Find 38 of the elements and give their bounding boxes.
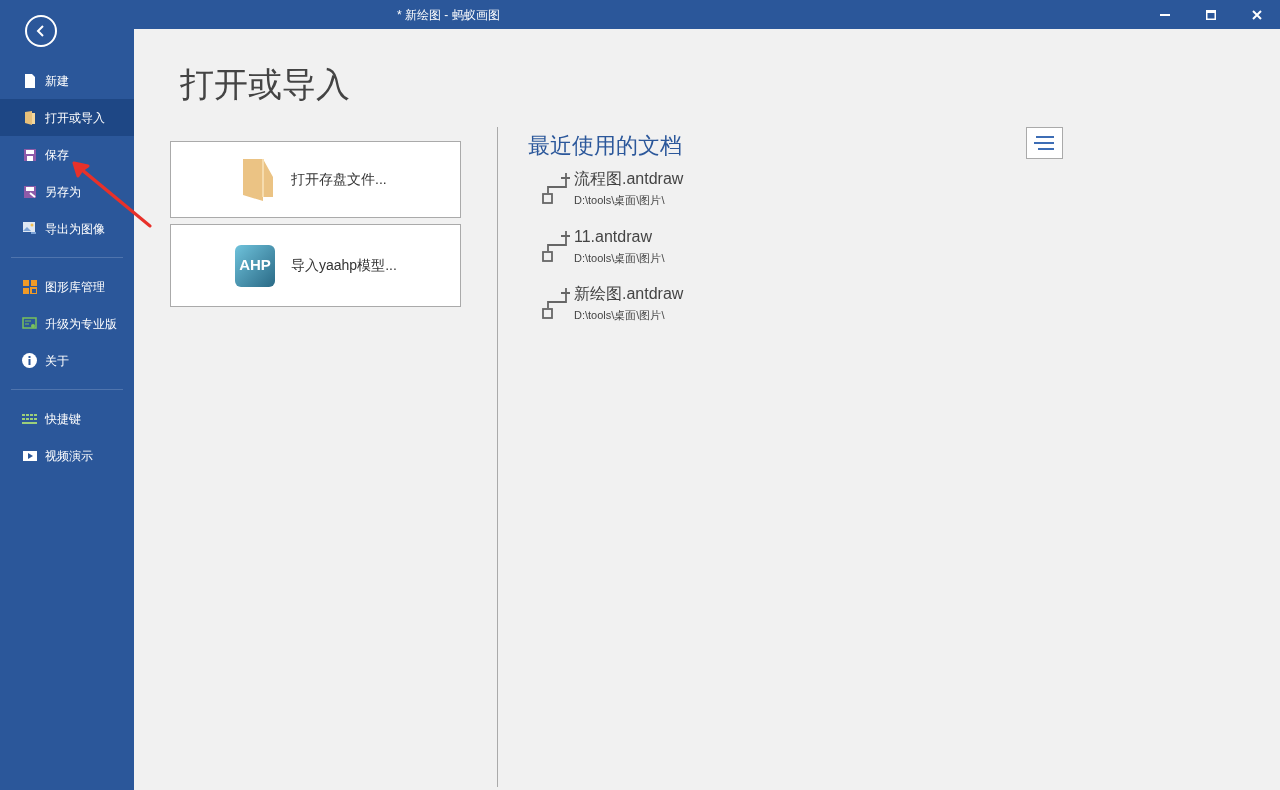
keyboard-icon bbox=[22, 413, 37, 424]
back-button[interactable] bbox=[25, 15, 57, 47]
recent-file-item[interactable]: 11.antdraw D:\tools\桌面\图片\ bbox=[536, 226, 684, 266]
file-name: 新绘图.antdraw bbox=[574, 284, 684, 304]
file-name: 11.antdraw bbox=[574, 226, 653, 247]
image-icon bbox=[22, 222, 37, 235]
folder-icon bbox=[241, 156, 275, 203]
grid-icon bbox=[22, 279, 37, 294]
ahp-logo-icon: AHP bbox=[235, 244, 275, 287]
list-lines-icon bbox=[1032, 135, 1057, 151]
close-icon bbox=[1252, 9, 1262, 20]
sidebar-item[interactable]: 快捷键 bbox=[0, 400, 134, 437]
minimize-icon bbox=[1160, 13, 1170, 16]
sidebar-item[interactable]: 视频演示 bbox=[0, 437, 134, 474]
sidebar-item[interactable]: 打开或导入 bbox=[0, 99, 134, 136]
sidebar-item[interactable]: 新建 bbox=[0, 62, 134, 99]
section-title: 最近使用的文档 bbox=[528, 132, 682, 160]
recent-file-item[interactable]: 流程图.antdraw D:\tools\桌面\图片\ bbox=[536, 169, 684, 209]
recent-file-item[interactable]: 新绘图.antdraw D:\tools\桌面\图片\ bbox=[536, 284, 684, 324]
sidebar-item[interactable]: 关于 bbox=[0, 342, 134, 379]
window-title: * 新绘图 - 蚂蚁画图 bbox=[397, 6, 500, 24]
sidebar-item[interactable]: 导出为图像 bbox=[0, 210, 134, 247]
certificate-icon bbox=[22, 316, 37, 331]
folder-icon bbox=[22, 110, 37, 125]
maximize-icon bbox=[1206, 9, 1216, 20]
document-icon bbox=[22, 73, 37, 88]
list-view-button[interactable] bbox=[1026, 127, 1063, 159]
file-name: 流程图.antdraw bbox=[574, 169, 684, 189]
action-button[interactable]: 打开存盘文件... bbox=[170, 141, 461, 218]
file-path: D:\tools\桌面\图片\ bbox=[574, 308, 666, 323]
action-button[interactable]: AHP 导入yaahp模型... bbox=[170, 224, 461, 307]
info-icon bbox=[22, 353, 37, 368]
file-path: D:\tools\桌面\图片\ bbox=[574, 250, 665, 266]
page-title: 打开或导入 bbox=[180, 64, 350, 105]
file-path: D:\tools\桌面\图片\ bbox=[574, 193, 666, 208]
video-icon bbox=[22, 450, 37, 461]
sidebar-item[interactable]: 升级为专业版 bbox=[0, 305, 134, 342]
sidebar-item[interactable]: 图形库管理 bbox=[0, 268, 134, 305]
